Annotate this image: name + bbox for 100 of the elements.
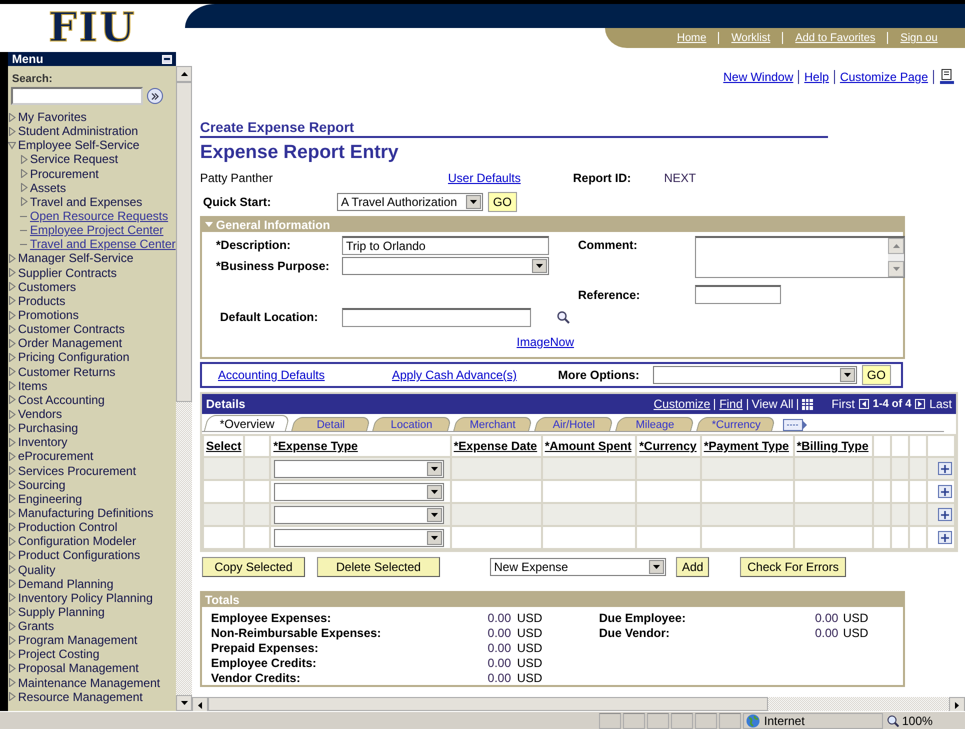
grid-tab[interactable]: Location [372,417,452,431]
menu-folder[interactable]: Proposal Management [8,661,176,676]
grid-tab[interactable]: Detail [291,417,371,431]
menu-folder[interactable]: Inventory [8,435,176,450]
menu-folder[interactable]: Product Configurations [8,548,176,562]
expanded-arrow-icon[interactable] [205,222,213,228]
next-icon[interactable] [915,399,926,409]
add-row-icon[interactable] [938,508,952,521]
expense-type-select[interactable] [274,460,444,478]
add-button[interactable]: Add [676,557,710,577]
page-link[interactable]: Customize Page [840,70,928,84]
apply-cash-advance-link[interactable]: Apply Cash Advance(s) [392,368,558,382]
menu-link[interactable]: Travel and Expense Center [30,237,176,252]
add-row-icon[interactable] [938,531,952,544]
search-icon[interactable] [557,310,570,324]
collapse-icon[interactable] [162,54,172,64]
menu-folder[interactable]: Supplier Contracts [8,266,176,280]
menu-folder[interactable]: Resource Management [8,690,176,704]
grid-tab[interactable]: Mileage [615,417,695,431]
check-for-errors-button[interactable]: Check For Errors [740,557,846,577]
description-field[interactable]: Trip to Orlando [342,236,549,254]
menu-folder[interactable]: Vendors [8,406,176,422]
menu-folder[interactable]: Grants [8,619,176,634]
reference-field[interactable] [695,285,781,304]
menu-link[interactable]: Open Resource Requests [30,208,168,224]
menu-folder[interactable]: Promotions [8,308,176,322]
zoom-level[interactable]: 100% [902,714,933,728]
menu-link[interactable]: Employee Project Center [30,223,164,238]
scroll-left-icon[interactable] [198,702,202,708]
more-options-select[interactable] [653,366,857,384]
accounting-defaults-link[interactable]: Accounting Defaults [218,368,392,382]
menu-folder[interactable]: Sourcing [8,478,176,492]
menu-folder[interactable]: Customer Returns [8,364,176,379]
page-link[interactable]: Help [804,70,829,84]
view-all-link[interactable]: View All [752,397,794,411]
column-header[interactable]: *Expense Type [270,435,451,457]
menu-folder[interactable]: Products [8,294,176,308]
menu-folder[interactable]: Program Management [8,633,176,648]
page-link[interactable]: New Window [723,70,794,84]
copy-selected-button[interactable]: Copy Selected [202,557,305,577]
column-header[interactable]: *Payment Type [700,435,794,457]
imagenow-link[interactable]: ImageNow [516,335,574,349]
column-header[interactable]: Select [203,435,244,457]
scroll-up-icon[interactable] [180,72,188,76]
scroll-right-icon[interactable] [955,702,959,708]
menu-folder[interactable]: Customer Contracts [8,322,176,336]
vertical-scrollbar[interactable] [176,66,192,711]
previous-icon[interactable] [858,399,869,409]
go-button[interactable]: GO [488,192,517,212]
http-document-icon[interactable] [939,69,955,85]
scroll-down-icon[interactable] [180,701,188,705]
expense-type-select[interactable] [274,528,444,546]
menu-folder[interactable]: Cost Accounting [8,392,176,407]
horizontal-scrollbar[interactable] [192,697,965,711]
search-go-icon[interactable] [147,88,163,104]
menu-folder[interactable]: Manufacturing Definitions [8,506,176,520]
grid-tab[interactable]: Air/Hotel [534,417,614,431]
default-location-field[interactable] [342,308,531,326]
add-row-icon[interactable] [938,485,952,498]
menu-folder[interactable]: Employee Self-Service [8,138,176,152]
delete-selected-button[interactable]: Delete Selected [317,557,440,577]
show-all-columns-icon[interactable] [783,419,807,431]
menu-folder[interactable]: Project Costing [8,647,176,662]
find-link[interactable]: Find [719,397,743,411]
menu-folder[interactable]: Pricing Configuration [8,350,176,365]
grid-tab[interactable]: Merchant [453,417,533,431]
menu-folder[interactable]: Procurement [8,166,176,181]
menu-folder[interactable]: Production Control [8,520,176,534]
user-defaults-link[interactable]: User Defaults [448,171,573,185]
grid-tab[interactable]: *Currency [696,417,776,431]
menu-folder[interactable]: My Favorites [8,110,176,124]
menu-folder[interactable]: Quality [8,562,176,577]
last-label[interactable]: Last [929,397,952,411]
business-purpose-select[interactable] [342,257,549,275]
search-field[interactable] [11,87,143,105]
menu-folder[interactable]: Assets [8,180,176,195]
menu-folder[interactable]: eProcurement [8,449,176,464]
menu-folder[interactable]: Services Procurement [8,464,176,478]
go-button[interactable]: GO [862,365,891,385]
menu-folder[interactable]: Items [8,378,176,393]
menu-folder[interactable]: Configuration Modeler [8,534,176,548]
new-expense-select[interactable]: New Expense [490,558,666,576]
grid-tab[interactable]: *Overview [204,415,290,431]
menu-folder[interactable]: Maintenance Management [8,676,176,690]
menu-folder[interactable]: Manager Self-Service [8,251,176,266]
menu-folder[interactable]: Inventory Policy Planning [8,590,176,605]
expense-type-select[interactable] [274,482,444,500]
menu-folder[interactable]: Demand Planning [8,576,176,591]
expense-type-select[interactable] [274,506,444,524]
menu-folder[interactable]: Supply Planning [8,604,176,620]
menu-folder[interactable]: Engineering [8,492,176,506]
menu-folder[interactable]: Travel and Expenses [8,194,176,209]
menu-folder[interactable]: Student Administration [8,124,176,138]
expanded-arrow-icon[interactable] [8,140,16,150]
zoom-icon[interactable] [887,714,899,726]
first-label[interactable]: First [831,397,855,411]
grid-icon[interactable] [802,398,814,410]
add-row-icon[interactable] [938,462,952,475]
customize-link[interactable]: Customize [654,397,710,411]
menu-folder[interactable]: Order Management [8,336,176,350]
